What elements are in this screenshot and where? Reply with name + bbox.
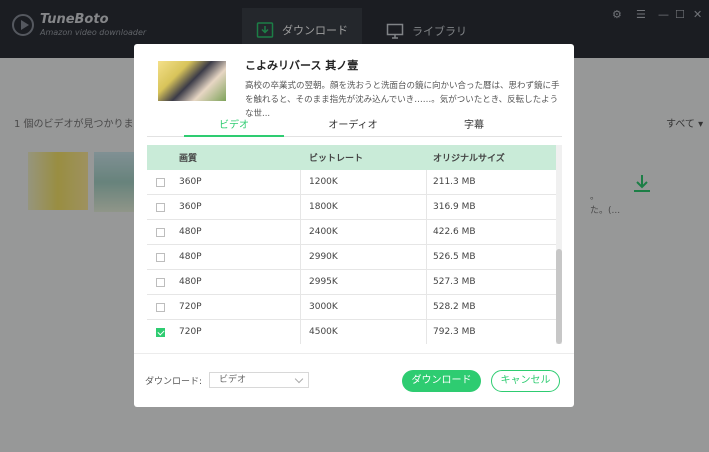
- row-checkbox[interactable]: [155, 277, 165, 287]
- video-title: こよみリバース 其ノ壹: [245, 59, 359, 72]
- table-row[interactable]: 480P 2995K 527.3 MB: [147, 270, 557, 295]
- cell-bitrate: 1200K: [301, 170, 427, 194]
- cell-quality: 480P: [173, 220, 301, 244]
- row-checkbox-cell[interactable]: [147, 170, 173, 194]
- tab-video[interactable]: ビデオ: [184, 116, 284, 137]
- header-size: オリジナルサイズ: [433, 154, 505, 164]
- row-checkbox[interactable]: [155, 252, 165, 262]
- footer-divider: [134, 353, 574, 354]
- cell-quality: 360P: [173, 195, 301, 219]
- cell-quality: 480P: [173, 245, 301, 269]
- table-row[interactable]: 480P 2990K 526.5 MB: [147, 245, 557, 270]
- header-bitrate: ビットレート: [309, 154, 364, 164]
- cell-size: 526.5 MB: [433, 252, 476, 262]
- row-checkbox-cell[interactable]: [147, 220, 173, 244]
- cell-bitrate: 3000K: [301, 295, 427, 319]
- table-row[interactable]: 360P 1200K 211.3 MB: [147, 170, 557, 195]
- row-checkbox-cell[interactable]: [147, 245, 173, 269]
- cell-size: 792.3 MB: [433, 327, 476, 337]
- table-row[interactable]: 720P 3000K 528.2 MB: [147, 295, 557, 320]
- row-checkbox-cell[interactable]: [147, 295, 173, 319]
- cell-quality: 720P: [173, 320, 301, 344]
- row-checkbox-cell[interactable]: [147, 270, 173, 294]
- tab-audio[interactable]: オーディオ: [303, 116, 403, 135]
- row-checkbox[interactable]: [155, 202, 165, 212]
- select-value: ビデオ: [219, 375, 247, 385]
- header-checkbox-spacer: [147, 145, 173, 170]
- table-header: 画質 ビットレート オリジナルサイズ: [147, 145, 557, 170]
- cell-bitrate: 2990K: [301, 245, 427, 269]
- table-scrollbar-thumb[interactable]: [556, 249, 562, 344]
- cell-quality: 480P: [173, 270, 301, 294]
- header-quality: 画質: [179, 154, 198, 164]
- video-description: 高校の卒業式の翌朝。顔を洗おうと洗面台の鏡に向かい合った暦は、思わず鏡に手を触れ…: [245, 81, 560, 119]
- table-row[interactable]: 360P 1800K 316.9 MB: [147, 195, 557, 220]
- download-type-select[interactable]: ビデオ: [209, 372, 309, 388]
- cell-size: 527.3 MB: [433, 277, 476, 287]
- cell-bitrate: 2400K: [301, 220, 427, 244]
- tab-subtitles[interactable]: 字幕: [424, 116, 524, 135]
- download-type-label: ダウンロード:: [145, 377, 203, 387]
- quality-table: 画質 ビットレート オリジナルサイズ 360P 1200K 211.3 MB 360P…: [147, 145, 557, 344]
- chevron-down-icon: [294, 374, 304, 384]
- table-row[interactable]: 720P 4500K 792.3 MB: [147, 320, 557, 344]
- format-tabs: ビデオ オーディオ 字幕: [147, 116, 562, 137]
- row-checkbox-cell[interactable]: [147, 195, 173, 219]
- cell-size: 528.2 MB: [433, 302, 476, 312]
- row-checkbox[interactable]: [155, 177, 165, 187]
- row-checkbox[interactable]: [155, 327, 165, 337]
- cell-bitrate: 2995K: [301, 270, 427, 294]
- table-row[interactable]: 480P 2400K 422.6 MB: [147, 220, 557, 245]
- cell-quality: 360P: [173, 170, 301, 194]
- cell-bitrate: 4500K: [301, 320, 427, 344]
- download-button[interactable]: ダウンロード: [402, 370, 481, 392]
- row-checkbox[interactable]: [155, 227, 165, 237]
- cell-size: 422.6 MB: [433, 227, 476, 237]
- cell-bitrate: 1800K: [301, 195, 427, 219]
- cell-size: 316.9 MB: [433, 202, 476, 212]
- row-checkbox[interactable]: [155, 302, 165, 312]
- row-checkbox-cell[interactable]: [147, 320, 173, 344]
- download-options-dialog: こよみリバース 其ノ壹 高校の卒業式の翌朝。顔を洗おうと洗面台の鏡に向かい合った…: [134, 44, 574, 407]
- video-thumbnail: [158, 61, 226, 101]
- cancel-button[interactable]: キャンセル: [491, 370, 560, 392]
- cell-quality: 720P: [173, 295, 301, 319]
- cell-size: 211.3 MB: [433, 177, 476, 187]
